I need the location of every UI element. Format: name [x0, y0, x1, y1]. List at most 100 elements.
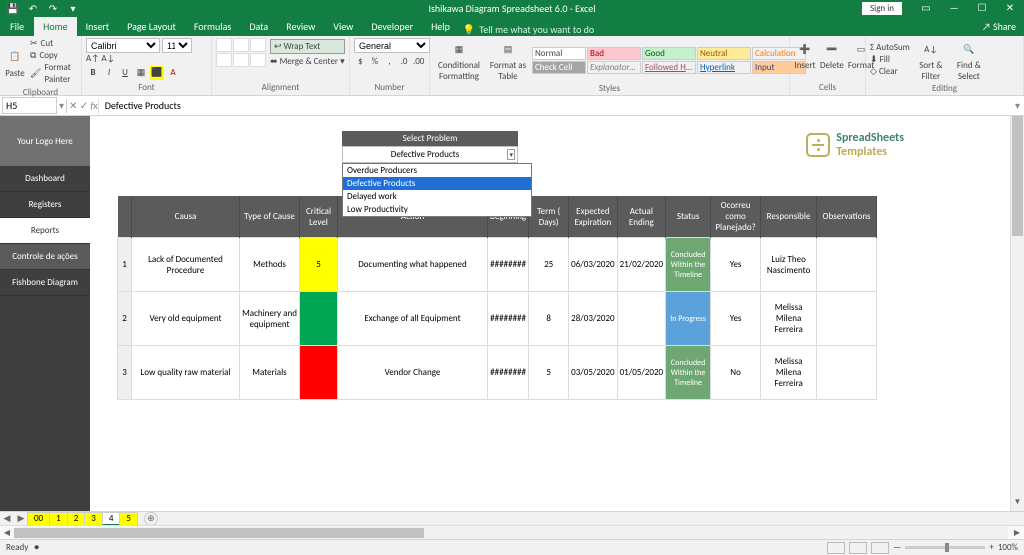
- table-cell[interactable]: Very old equipment: [132, 292, 240, 346]
- name-box[interactable]: H5: [2, 97, 57, 114]
- find-select-button[interactable]: 🔍Find & Select: [952, 38, 986, 82]
- table-cell[interactable]: 8: [529, 292, 569, 346]
- autosum-button[interactable]: Σ AutoSum: [870, 42, 910, 54]
- table-header[interactable]: Expected Expiration: [569, 196, 617, 238]
- zoom-in-button[interactable]: +: [989, 542, 993, 553]
- style-good[interactable]: Good: [642, 47, 696, 60]
- table-header[interactable]: Observations: [817, 196, 877, 238]
- sheet-tab[interactable]: 5: [119, 512, 138, 526]
- cut-button[interactable]: ✂ Cut: [30, 38, 77, 50]
- table-header[interactable]: Term ( Days): [529, 196, 569, 238]
- table-cell[interactable]: Melissa Milena Ferreira: [761, 292, 817, 346]
- table-cell[interactable]: Machinery and equipment: [240, 292, 300, 346]
- style-followed[interactable]: Followed Hy...: [642, 61, 696, 74]
- table-row[interactable]: 1Lack of Documented ProcedureMethods5Doc…: [118, 238, 877, 292]
- zoom-level[interactable]: 100%: [998, 542, 1018, 553]
- table-header[interactable]: Responsible: [761, 196, 817, 238]
- sidebar-item-fishbone[interactable]: Fishbone Diagram: [0, 270, 90, 296]
- tab-view[interactable]: View: [324, 17, 362, 36]
- table-header[interactable]: Causa: [132, 196, 240, 238]
- sheet-tab[interactable]: 00: [27, 512, 50, 526]
- sheet-tab[interactable]: 4: [102, 512, 121, 526]
- table-cell[interactable]: Exchange of all Equipment: [338, 292, 488, 346]
- fill-color-button[interactable]: ⬛: [150, 66, 164, 80]
- table-cell[interactable]: 5: [529, 346, 569, 400]
- font-name-select[interactable]: Calibri: [86, 38, 160, 53]
- scroll-thumb[interactable]: [1012, 116, 1023, 236]
- sidebar-item-dashboard[interactable]: Dashboard: [0, 166, 90, 192]
- table-header[interactable]: Status: [666, 196, 711, 238]
- border-button[interactable]: ▦: [134, 66, 148, 80]
- style-bad[interactable]: Bad: [587, 47, 641, 60]
- table-header[interactable]: [118, 196, 132, 238]
- table-cell[interactable]: Low quality raw material: [132, 346, 240, 400]
- sheet-tab[interactable]: 1: [49, 512, 68, 526]
- table-cell[interactable]: 5: [300, 238, 338, 292]
- worksheet[interactable]: Select Problem Defective Products Overdu…: [90, 116, 1024, 511]
- table-cell[interactable]: 25: [529, 238, 569, 292]
- add-sheet-button[interactable]: ⊕: [144, 512, 158, 526]
- format-painter-button[interactable]: 🖌 Format Painter: [30, 62, 77, 86]
- sidebar-item-controle[interactable]: Controle de ações: [0, 244, 90, 270]
- table-cell[interactable]: 28/03/2020: [569, 292, 617, 346]
- italic-button[interactable]: I: [102, 66, 116, 80]
- name-box-dropdown-icon[interactable]: ▾: [59, 99, 64, 112]
- formula-input[interactable]: Defective Products: [98, 98, 1011, 114]
- table-cell[interactable]: 1: [118, 238, 132, 292]
- tab-insert[interactable]: Insert: [77, 17, 119, 36]
- table-header[interactable]: Ocorreu como Planejado?: [711, 196, 761, 238]
- cell-styles-gallery[interactable]: Normal Bad Good Neutral Calculation Chec…: [532, 47, 806, 74]
- merge-center-button[interactable]: ⬌ Merge & Center ▾: [270, 56, 345, 67]
- share-button[interactable]: ↗ Share: [974, 17, 1024, 36]
- clear-button[interactable]: ◇ Clear: [870, 66, 910, 78]
- sheet-tab[interactable]: 2: [67, 512, 86, 526]
- table-cell[interactable]: 3: [300, 292, 338, 346]
- table-cell[interactable]: 10: [300, 346, 338, 400]
- currency-button[interactable]: $: [354, 55, 367, 69]
- fx-icon[interactable]: fx: [90, 99, 97, 112]
- bold-button[interactable]: B: [86, 66, 100, 80]
- alignment-buttons[interactable]: [216, 38, 266, 67]
- table-cell[interactable]: [817, 238, 877, 292]
- page-layout-view-button[interactable]: [849, 542, 867, 554]
- file-tab[interactable]: File: [0, 17, 34, 36]
- table-cell[interactable]: Documenting what happened: [338, 238, 488, 292]
- scroll-right-icon[interactable]: ▶: [1010, 528, 1024, 538]
- wrap-text-button[interactable]: ↩ Wrap Text: [270, 39, 345, 54]
- table-cell[interactable]: ########: [488, 292, 529, 346]
- percent-button[interactable]: %: [369, 55, 382, 69]
- tab-formulas[interactable]: Formulas: [185, 17, 240, 36]
- tab-developer[interactable]: Developer: [362, 17, 422, 36]
- table-cell[interactable]: 21/02/2020: [617, 238, 665, 292]
- style-hyperlink[interactable]: Hyperlink: [697, 61, 751, 74]
- problem-option[interactable]: Overdue Producers: [343, 164, 531, 177]
- style-neutral[interactable]: Neutral: [697, 47, 751, 60]
- copy-button[interactable]: ⧉ Copy: [30, 50, 77, 62]
- table-cell[interactable]: 06/03/2020: [569, 238, 617, 292]
- sidebar-item-reports[interactable]: Reports: [0, 218, 90, 244]
- decrease-decimal-button[interactable]: .00: [412, 55, 425, 69]
- table-cell[interactable]: Luiz Theo Nascimento: [761, 238, 817, 292]
- page-break-view-button[interactable]: [871, 542, 889, 554]
- table-header[interactable]: Critical Level: [300, 196, 338, 238]
- save-icon[interactable]: 💾: [4, 2, 22, 15]
- sheet-tab[interactable]: 3: [84, 512, 103, 526]
- problem-option[interactable]: Low Productivity: [343, 203, 531, 216]
- problem-dropdown[interactable]: Overdue Producers Defective Products Del…: [342, 163, 532, 217]
- close-icon[interactable]: ✕: [996, 0, 1024, 16]
- comma-button[interactable]: ,: [383, 55, 396, 69]
- hscroll-thumb[interactable]: [14, 528, 424, 538]
- zoom-slider[interactable]: [905, 546, 985, 549]
- paste-button[interactable]: 📋 Paste: [4, 46, 26, 79]
- fill-button[interactable]: ⬇ Fill: [870, 54, 910, 66]
- style-check[interactable]: Check Cell: [532, 61, 586, 74]
- problem-option[interactable]: Delayed work: [343, 190, 531, 203]
- scroll-down-icon[interactable]: ▼: [1011, 497, 1024, 511]
- table-cell[interactable]: 2: [118, 292, 132, 346]
- font-size-select[interactable]: 11: [162, 38, 192, 53]
- problem-option[interactable]: Defective Products: [343, 177, 531, 190]
- tab-home[interactable]: Home: [34, 17, 76, 36]
- table-cell[interactable]: ########: [488, 346, 529, 400]
- table-cell[interactable]: [817, 346, 877, 400]
- table-cell[interactable]: 3: [118, 346, 132, 400]
